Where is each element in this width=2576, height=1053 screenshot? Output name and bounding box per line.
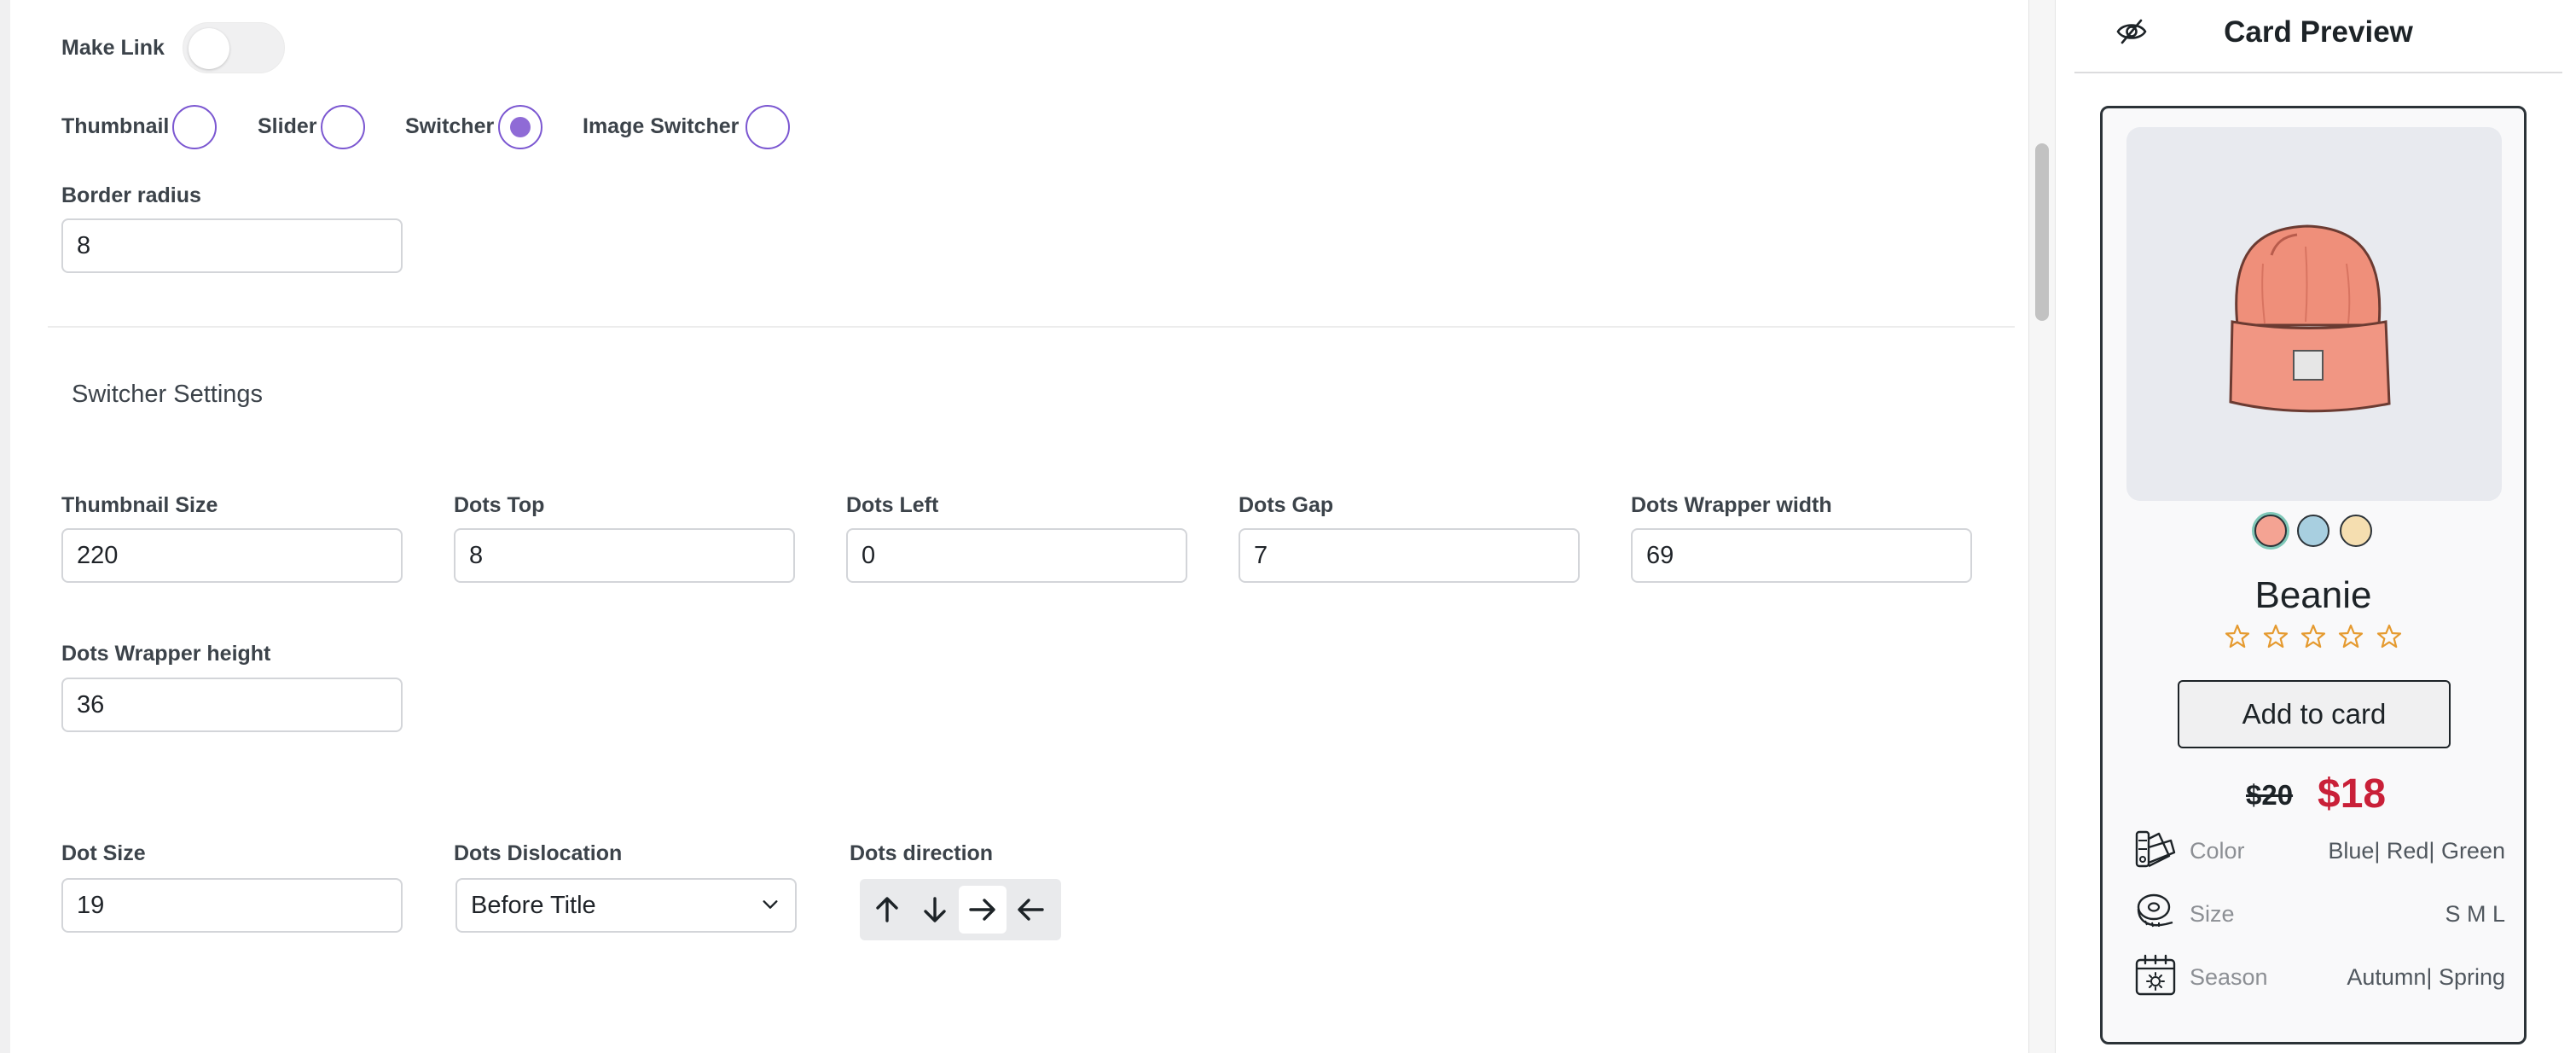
- preview-header: Card Preview: [2074, 0, 2562, 73]
- attribute-row-color: Color Blue| Red| Green: [2133, 827, 2505, 875]
- attribute-value: Autumn| Spring: [2347, 964, 2505, 990]
- add-to-card-button[interactable]: Add to card: [2178, 680, 2451, 748]
- arrow-right-icon: [969, 899, 995, 921]
- radio-slider[interactable]: [321, 105, 365, 149]
- direction-down-button[interactable]: [911, 886, 959, 934]
- direction-left-button[interactable]: [1007, 886, 1054, 934]
- color-dots: [2103, 515, 2524, 549]
- dots-left-input[interactable]: 0: [846, 528, 1187, 583]
- direction-right-button[interactable]: [959, 886, 1007, 934]
- arrow-left-icon: [1018, 899, 1044, 921]
- card-preview-panel: Card Preview Beanie Add to card $20 $18 …: [2056, 0, 2576, 1053]
- arrow-down-icon: [924, 897, 946, 922]
- product-card: Beanie Add to card $20 $18 Color Blue| R…: [2100, 106, 2527, 1044]
- sale-price: $18: [2318, 771, 2387, 817]
- dots-direction-label: Dots direction: [850, 841, 994, 865]
- direction-up-button[interactable]: [863, 886, 911, 934]
- rating-stars: [2103, 624, 2524, 654]
- color-dot-blue[interactable]: [2297, 515, 2329, 547]
- attribute-row-size: Size S M L: [2133, 890, 2505, 938]
- dots-gap-input[interactable]: 7: [1239, 528, 1580, 583]
- radio-label-thumbnail: Thumbnail: [61, 114, 170, 138]
- radio-label-image-switcher: Image Switcher: [583, 114, 740, 138]
- dot-size-input[interactable]: 19: [61, 878, 403, 933]
- preview-title: Card Preview: [2224, 15, 2413, 49]
- radio-thumbnail[interactable]: [172, 105, 217, 149]
- dots-direction-group: [860, 879, 1061, 940]
- dots-wrapper-height-input[interactable]: 36: [61, 678, 403, 732]
- product-name: Beanie: [2254, 574, 2372, 616]
- chevron-down-icon: [763, 900, 778, 909]
- make-link-label: Make Link: [61, 36, 165, 60]
- radio-label-switcher: Switcher: [405, 114, 495, 138]
- color-dot-salmon[interactable]: [2254, 515, 2287, 547]
- dots-dislocation-value: Before Title: [471, 892, 596, 919]
- thumbnail-size-label: Thumbnail Size: [61, 493, 218, 517]
- settings-scrollbar[interactable]: [2028, 0, 2056, 1053]
- dots-left-label: Dots Left: [846, 493, 939, 517]
- star-icon: [2339, 624, 2364, 649]
- dots-gap-label: Dots Gap: [1239, 493, 1334, 517]
- product-image: [2126, 127, 2502, 501]
- dots-wrapper-width-label: Dots Wrapper width: [1631, 493, 1832, 517]
- toggle-knob: [189, 28, 229, 69]
- settings-panel: Make Link Thumbnail Slider Switcher Imag…: [0, 0, 2028, 1053]
- attribute-name: Size: [2190, 901, 2235, 927]
- calendar-icon: [2135, 954, 2176, 996]
- dots-dislocation-label: Dots Dislocation: [454, 841, 623, 865]
- star-icon: [2376, 624, 2402, 649]
- thumbnail-size-input[interactable]: 220: [61, 528, 403, 583]
- make-link-toggle[interactable]: [183, 22, 285, 73]
- radio-label-slider: Slider: [258, 114, 317, 138]
- dots-top-input[interactable]: 8: [454, 528, 795, 583]
- star-icon: [2225, 624, 2250, 649]
- dots-wrapper-width-input[interactable]: 69: [1631, 528, 1972, 583]
- arrow-up-icon: [876, 897, 898, 922]
- color-dot-cream[interactable]: [2340, 515, 2372, 547]
- dots-dislocation-select[interactable]: Before Title: [455, 878, 797, 933]
- radio-image-switcher[interactable]: [746, 105, 790, 149]
- dot-size-label: Dot Size: [61, 841, 146, 865]
- dots-top-label: Dots Top: [454, 493, 545, 517]
- beanie-image: [2229, 224, 2391, 413]
- border-radius-input[interactable]: 8: [61, 218, 403, 273]
- attribute-name: Season: [2190, 964, 2268, 990]
- attribute-value: S M L: [2445, 901, 2505, 927]
- attribute-value: Blue| Red| Green: [2328, 838, 2505, 864]
- old-price: $20: [2246, 779, 2294, 811]
- section-divider: [48, 326, 2015, 328]
- swatch-icon: [2135, 830, 2176, 868]
- dots-wrapper-height-label: Dots Wrapper height: [61, 642, 271, 666]
- radio-switcher[interactable]: [498, 105, 542, 149]
- star-icon: [2263, 624, 2288, 649]
- measuring-tape-icon: [2137, 893, 2173, 928]
- attribute-row-season: Season Autumn| Spring: [2133, 953, 2505, 1001]
- border-radius-label: Border radius: [61, 183, 201, 207]
- scrollbar-thumb[interactable]: [2035, 143, 2049, 321]
- star-icon: [2300, 624, 2326, 649]
- attribute-name: Color: [2190, 838, 2245, 864]
- switcher-settings-title: Switcher Settings: [72, 381, 264, 408]
